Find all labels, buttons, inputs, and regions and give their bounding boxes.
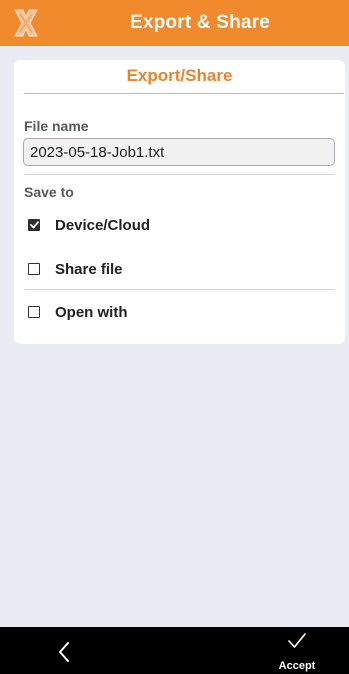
title-bar: Export & Share <box>0 0 349 46</box>
export-share-panel: Export/Share File name Save to Device/Cl… <box>14 60 345 344</box>
option-label: Device/Cloud <box>55 216 151 234</box>
save-to-label: Save to <box>24 184 74 200</box>
divider <box>24 174 335 175</box>
file-name-field[interactable] <box>23 138 335 166</box>
checkmark-icon <box>29 221 39 229</box>
divider <box>24 289 335 290</box>
option-label: Open with <box>55 303 128 321</box>
option-open-with[interactable]: Open with <box>28 299 328 325</box>
app-logo-icon <box>14 9 38 37</box>
chevron-left-icon <box>59 642 69 662</box>
panel-title: Export/Share <box>126 66 233 85</box>
option-device-cloud[interactable]: Device/Cloud <box>28 212 328 238</box>
page-title: Export & Share <box>129 12 271 33</box>
option-label: Share file <box>55 260 123 278</box>
accept-label: Accept <box>278 660 316 672</box>
title-divider <box>24 93 344 94</box>
bottom-action-bar: Accept <box>0 627 349 674</box>
checkmark-icon <box>288 633 306 648</box>
checkbox-device-cloud[interactable] <box>28 219 40 231</box>
file-name-label: File name <box>24 118 89 134</box>
back-button[interactable] <box>46 635 82 669</box>
checkbox-open-with[interactable] <box>28 306 40 318</box>
option-share-file[interactable]: Share file <box>28 256 328 282</box>
accept-button[interactable]: Accept <box>266 629 328 673</box>
checkbox-share-file[interactable] <box>28 263 40 275</box>
